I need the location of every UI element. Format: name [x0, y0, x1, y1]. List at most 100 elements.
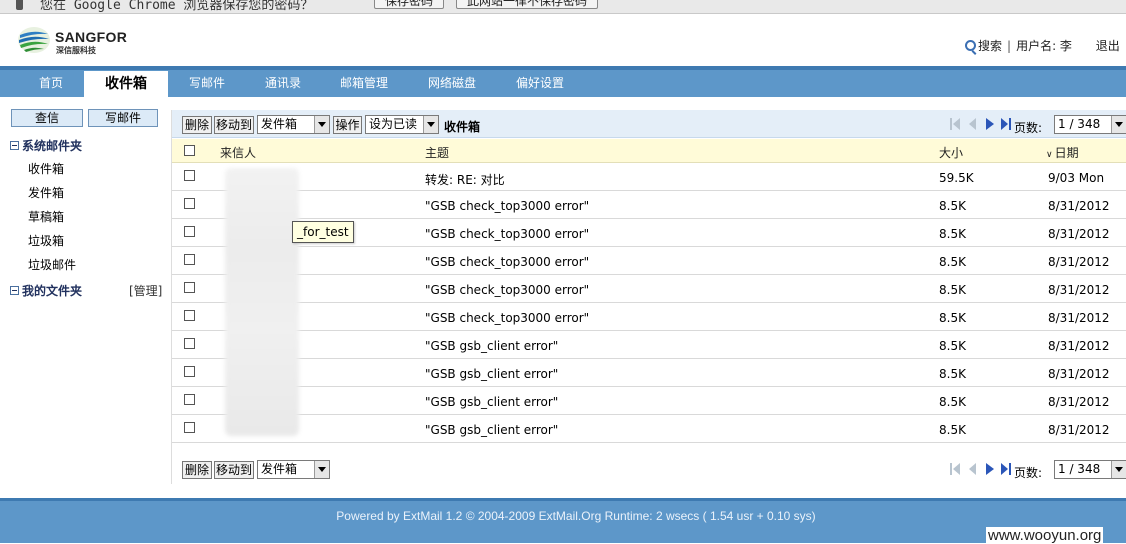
move-target-value: 发件箱	[261, 462, 298, 476]
next-page-icon[interactable]	[985, 463, 995, 475]
never-save-password-button[interactable]: 此网站一律不保存密码	[456, 0, 599, 9]
sort-desc-icon: ∨	[1046, 150, 1053, 160]
mail-subject[interactable]: "GSB gsb_client error"	[425, 423, 558, 437]
sidebar-item-sent[interactable]: 发件箱	[28, 184, 64, 201]
table-row[interactable]: "GSB check_top3000 error" 8.5K 8/31/2012	[172, 247, 1126, 275]
tab-contacts[interactable]: 通讯录	[252, 70, 314, 97]
bottom-toolbar: 删除 移动到 发件箱 页数: 1 / 348	[172, 455, 1126, 483]
my-folders-title[interactable]: 我的文件夹	[10, 282, 82, 299]
col-date-header[interactable]: ∨ 日期	[1046, 144, 1079, 161]
page-select-bottom[interactable]: 1 / 348	[1054, 460, 1126, 479]
mail-subject[interactable]: "GSB check_top3000 error"	[425, 199, 589, 213]
row-checkbox[interactable]	[184, 226, 195, 237]
search-link[interactable]: 搜索	[978, 39, 1002, 53]
action-button[interactable]: 操作	[333, 116, 362, 134]
next-page-icon[interactable]	[985, 118, 995, 130]
row-checkbox[interactable]	[184, 394, 195, 405]
mail-size: 59.5K	[939, 171, 974, 185]
manage-folders-link[interactable]: [管理]	[129, 282, 162, 299]
delete-button-bottom[interactable]: 删除	[182, 461, 212, 479]
mail-subject[interactable]: "GSB check_top3000 error"	[425, 311, 589, 325]
row-checkbox[interactable]	[184, 170, 195, 181]
last-page-icon[interactable]	[1001, 118, 1011, 130]
mark-select[interactable]: 设为已读	[365, 115, 439, 134]
col-from-header[interactable]: 来信人	[220, 144, 256, 161]
check-mail-button[interactable]: 查信	[11, 109, 83, 127]
dropdown-arrow-icon[interactable]	[1111, 116, 1126, 133]
page-label: 页数:	[1014, 121, 1043, 135]
row-checkbox[interactable]	[184, 422, 195, 433]
move-to-button[interactable]: 移动到	[214, 116, 254, 134]
dropdown-arrow-icon[interactable]	[314, 461, 329, 478]
mail-subject[interactable]: "GSB gsb_client error"	[425, 395, 558, 409]
mail-date: 8/31/2012	[1048, 423, 1110, 437]
mail-subject[interactable]: "GSB check_top3000 error"	[425, 255, 589, 269]
last-page-icon[interactable]	[1001, 463, 1011, 475]
row-checkbox[interactable]	[184, 198, 195, 209]
system-folders-title[interactable]: 系统邮件夹	[10, 137, 82, 154]
collapse-icon[interactable]	[10, 141, 19, 150]
move-target-value: 发件箱	[261, 117, 298, 131]
tab-inbox[interactable]: 收件箱	[84, 71, 168, 97]
page-select[interactable]: 1 / 348	[1054, 115, 1126, 134]
table-header: 来信人 主题 大小 ∨ 日期	[172, 139, 1126, 163]
mail-size: 8.5K	[939, 367, 966, 381]
tab-mailbox-admin[interactable]: 邮箱管理	[332, 70, 396, 97]
logout-link[interactable]: 退出	[1096, 39, 1120, 53]
table-row[interactable]: "GSB check_top3000 error" 8.5K 8/31/2012	[172, 275, 1126, 303]
mail-size: 8.5K	[939, 255, 966, 269]
prev-page-icon[interactable]	[968, 118, 978, 130]
row-checkbox[interactable]	[184, 282, 195, 293]
select-all-checkbox[interactable]	[184, 145, 195, 156]
move-target-select-bottom[interactable]: 发件箱	[257, 460, 330, 479]
col-date-label: 日期	[1054, 146, 1079, 160]
dropdown-arrow-icon[interactable]	[1111, 461, 1126, 478]
mail-subject[interactable]: "GSB check_top3000 error"	[425, 227, 589, 241]
mail-date: 8/31/2012	[1048, 255, 1110, 269]
first-page-icon[interactable]	[950, 463, 960, 475]
col-subject-header[interactable]: 主题	[425, 144, 449, 161]
tab-preferences[interactable]: 偏好设置	[508, 70, 572, 97]
sidebar-item-drafts[interactable]: 草稿箱	[28, 208, 64, 225]
mail-date: 8/31/2012	[1048, 283, 1110, 297]
table-row[interactable]: "GSB gsb_client error" 8.5K 8/31/2012	[172, 387, 1126, 415]
tab-compose[interactable]: 写邮件	[176, 70, 238, 97]
row-checkbox[interactable]	[184, 254, 195, 265]
mail-subject[interactable]: 转发: RE: 对比	[425, 171, 505, 188]
table-row[interactable]: "GSB check_top3000 error" 8.5K 8/31/2012	[172, 303, 1126, 331]
delete-button[interactable]: 删除	[182, 116, 212, 134]
compose-button[interactable]: 写邮件	[88, 109, 158, 127]
table-row[interactable]: "GSB check_top3000 error" 8.5K 8/31/2012	[172, 191, 1126, 219]
save-password-button[interactable]: 保存密码	[374, 0, 445, 9]
mail-subject[interactable]: "GSB gsb_client error"	[425, 339, 558, 353]
row-checkbox[interactable]	[184, 310, 195, 321]
table-row[interactable]: 转发: RE: 对比 59.5K 9/03 Mon	[172, 163, 1126, 191]
table-row[interactable]: "GSB gsb_client error" 8.5K 8/31/2012	[172, 331, 1126, 359]
collapse-icon[interactable]	[10, 286, 19, 295]
prev-page-icon[interactable]	[968, 463, 978, 475]
table-row[interactable]: "GSB gsb_client error" 8.5K 8/31/2012	[172, 359, 1126, 387]
sidebar-item-inbox[interactable]: 收件箱	[28, 160, 64, 177]
table-row[interactable]: "GSB gsb_client error" 8.5K 8/31/2012	[172, 415, 1126, 443]
logo-name: SANGFOR	[55, 29, 128, 45]
col-size-header[interactable]: 大小	[939, 144, 963, 161]
tab-home[interactable]: 首页	[20, 70, 82, 97]
mail-date: 8/31/2012	[1048, 227, 1110, 241]
dropdown-arrow-icon[interactable]	[423, 116, 438, 133]
mail-subject[interactable]: "GSB gsb_client error"	[425, 367, 558, 381]
tab-netdisk[interactable]: 网络磁盘	[420, 70, 484, 97]
sidebar-item-spam[interactable]: 垃圾邮件	[28, 256, 76, 273]
move-to-button-bottom[interactable]: 移动到	[214, 461, 254, 479]
search-icon[interactable]	[965, 40, 976, 51]
mail-subject[interactable]: "GSB check_top3000 error"	[425, 283, 589, 297]
row-checkbox[interactable]	[184, 338, 195, 349]
row-checkbox[interactable]	[184, 366, 195, 377]
sidebar-item-trash[interactable]: 垃圾箱	[28, 232, 64, 249]
dropdown-arrow-icon[interactable]	[314, 116, 329, 133]
redacted-senders	[225, 168, 299, 436]
mail-size: 8.5K	[939, 339, 966, 353]
move-target-select[interactable]: 发件箱	[257, 115, 330, 134]
mail-size: 8.5K	[939, 395, 966, 409]
first-page-icon[interactable]	[950, 118, 960, 130]
sangfor-logo-icon	[18, 27, 50, 53]
